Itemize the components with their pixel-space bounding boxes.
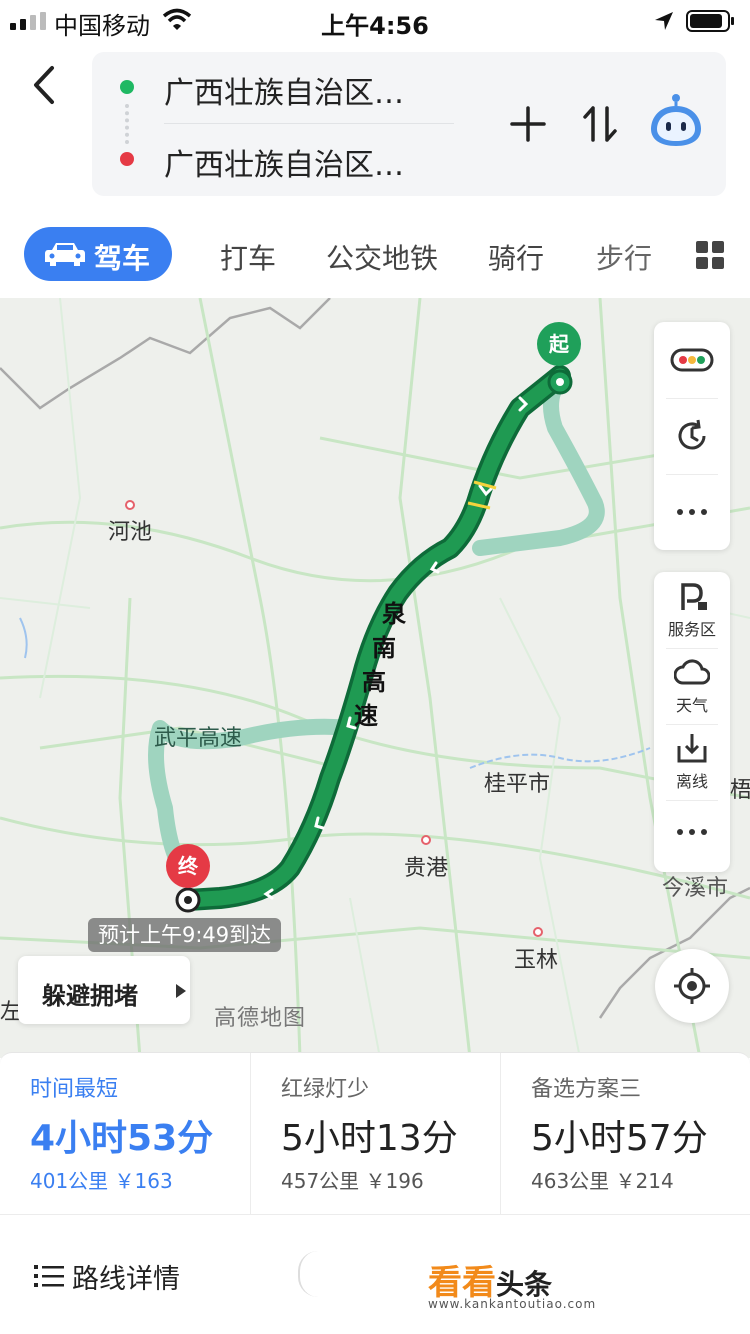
- route-option-tag: 红绿灯少: [281, 1077, 370, 1102]
- start-pin[interactable]: 起: [537, 322, 581, 366]
- traffic-light-icon: [670, 348, 714, 372]
- origin-text: 广西壮族自治区…: [164, 76, 404, 111]
- service-area-label: 服务区: [667, 620, 716, 639]
- map-tools-panel: [654, 322, 730, 550]
- route-option-meta: 457公里 ￥196: [281, 1169, 424, 1193]
- road-label-char: 南: [372, 634, 396, 662]
- avoid-congestion-label: 躲避拥堵: [42, 982, 138, 1010]
- more-tools-button[interactable]: [654, 474, 730, 550]
- route-option-time: 5小时13分: [281, 1118, 458, 1159]
- cloud-icon: [674, 659, 710, 685]
- route-option-alternative[interactable]: 备选方案三 5小时57分 463公里 ￥214: [500, 1053, 750, 1215]
- back-button[interactable]: [22, 60, 66, 110]
- clock-refresh-icon: [678, 419, 706, 450]
- city-label: 梧: [730, 778, 750, 803]
- city-label: 桂平市: [484, 772, 551, 797]
- map-provider-label: 高德地图: [214, 1006, 307, 1031]
- list-icon: [34, 1265, 64, 1287]
- city-label: 河池: [108, 520, 153, 545]
- city-label: 贵港: [404, 856, 449, 881]
- road-label-char: 泉: [382, 600, 406, 628]
- city-label: 今溪市: [662, 876, 729, 901]
- battery-icon: [686, 10, 734, 32]
- route-option-meta: 401公里 ￥163: [30, 1169, 173, 1193]
- start-nav-button-edge[interactable]: [298, 1251, 318, 1297]
- clock: 上午4:56: [321, 12, 429, 40]
- weather-button[interactable]: 天气: [654, 648, 730, 724]
- crosshair-icon: [674, 968, 710, 1004]
- status-bar: 中国移动 上午4:56: [0, 0, 750, 40]
- route-option-fewer-lights[interactable]: 红绿灯少 5小时13分 457公里 ￥196: [250, 1053, 500, 1215]
- origin-row[interactable]: 广西壮族自治区…: [92, 52, 472, 122]
- more-route-tools-button[interactable]: [654, 796, 730, 872]
- tab-drive-label: 驾车: [94, 242, 151, 275]
- road-label-char: 速: [354, 702, 378, 730]
- assistant-avatar-icon[interactable]: [647, 92, 705, 150]
- route-option-tag: 时间最短: [30, 1077, 119, 1102]
- tab-drive[interactable]: 驾车: [24, 227, 172, 281]
- route-card: 广西壮族自治区… 广西壮族自治区…: [92, 52, 726, 196]
- traffic-toggle[interactable]: [654, 322, 730, 398]
- travel-mode-tabs: 驾车 打车 公交地铁 骑行 步行: [0, 220, 750, 290]
- map-view[interactable]: 起 终 河池 桂平市 贵港 玉林 今溪市 梧 左 泉 南 高 速 武平高速 预计…: [0, 298, 750, 1058]
- alt-road-label: 武平高速: [154, 726, 243, 751]
- route-option-time: 4小时53分: [30, 1118, 214, 1159]
- destination-dot-icon: [120, 152, 134, 166]
- location-arrow-icon: [655, 12, 673, 30]
- route-option-tag: 备选方案三: [531, 1077, 642, 1102]
- route-details-button[interactable]: 路线详情: [72, 1257, 180, 1296]
- grid-menu-icon[interactable]: [696, 241, 724, 269]
- bottom-bar: 路线详情 看看头条 www.kankantoutiao.com: [0, 1214, 750, 1334]
- origin-dot-icon: [120, 80, 134, 94]
- route-tools-panel: 服务区 天气 离线: [654, 572, 730, 872]
- destination-text: 广西壮族自治区…: [164, 148, 404, 183]
- city-label: 玉林: [514, 948, 559, 973]
- car-icon: [45, 243, 85, 266]
- add-waypoint-button[interactable]: [508, 104, 548, 144]
- route-option-meta: 463公里 ￥214: [531, 1169, 674, 1193]
- service-area-button[interactable]: 服务区: [654, 572, 730, 648]
- route-options: 时间最短 4小时53分 401公里 ￥163 红绿灯少 5小时13分 457公里…: [0, 1052, 750, 1215]
- offline-button[interactable]: 离线: [654, 724, 730, 800]
- avoid-congestion-button[interactable]: 躲避拥堵: [18, 956, 190, 1024]
- watermark-url: www.kankantoutiao.com: [428, 1297, 597, 1311]
- more-dots-icon: [677, 509, 707, 515]
- eta-chip: 预计上午9:49到达: [88, 918, 282, 952]
- swap-button[interactable]: [580, 102, 620, 146]
- route-option-fastest[interactable]: 时间最短 4小时53分 401公里 ￥163: [0, 1053, 250, 1215]
- destination-row[interactable]: 广西壮族自治区…: [92, 124, 472, 194]
- tab-walk[interactable]: 步行: [596, 237, 652, 277]
- more-dots-icon: [677, 829, 707, 835]
- offline-label: 离线: [675, 772, 708, 791]
- locate-button[interactable]: [655, 949, 729, 1023]
- download-icon: [677, 734, 707, 763]
- tab-taxi[interactable]: 打车: [220, 237, 276, 277]
- weather-label: 天气: [675, 696, 708, 715]
- tab-transit[interactable]: 公交地铁: [326, 237, 438, 277]
- parking-icon: [681, 583, 707, 610]
- tab-bike[interactable]: 骑行: [488, 237, 544, 277]
- history-button[interactable]: [654, 398, 730, 474]
- play-arrow-icon: [176, 984, 186, 998]
- route-option-time: 5小时57分: [531, 1118, 708, 1159]
- end-pin[interactable]: 终: [166, 844, 210, 888]
- road-label-char: 高: [362, 668, 386, 696]
